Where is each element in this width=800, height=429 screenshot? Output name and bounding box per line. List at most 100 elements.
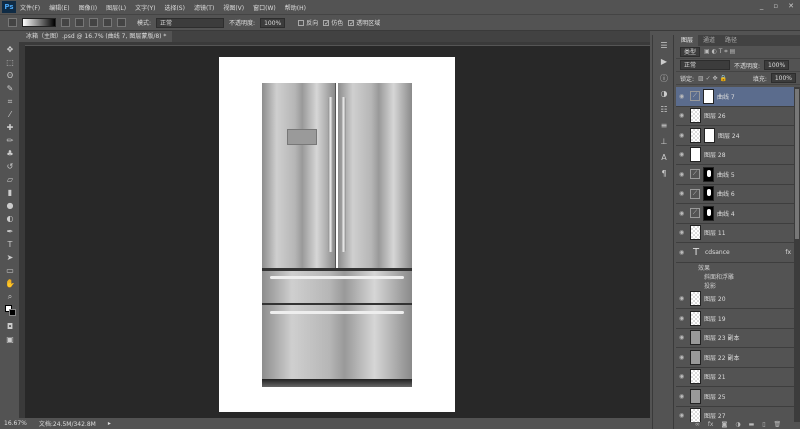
scrollbar-thumb[interactable] [795, 89, 799, 239]
add-mask-icon[interactable]: ◙ [721, 421, 727, 429]
visibility-eye-icon[interactable]: ◉ [679, 295, 687, 302]
visibility-eye-icon[interactable]: ◉ [679, 112, 687, 119]
layer-row[interactable]: ◉ 图层 26 [676, 107, 794, 126]
visibility-eye-icon[interactable]: ◉ [679, 93, 687, 100]
quick-select-tool-icon[interactable]: ✎ [5, 84, 15, 94]
layer-row[interactable]: ◉ 图层 28 [676, 146, 794, 165]
history-panel-icon[interactable]: ☰ [658, 41, 670, 51]
menu-layer[interactable]: 图层(L) [106, 3, 126, 12]
fx-icon[interactable]: fx [708, 421, 714, 429]
opacity-input[interactable]: 100% [260, 17, 286, 28]
color-swatches[interactable] [5, 305, 16, 319]
actions-panel-icon[interactable]: ▶ [658, 57, 670, 67]
info-panel-icon[interactable]: ⓘ [658, 73, 670, 83]
visibility-eye-icon[interactable]: ◉ [679, 132, 687, 139]
visibility-eye-icon[interactable]: ◉ [679, 249, 687, 256]
move-tool-icon[interactable]: ✥ [5, 45, 15, 55]
layer-row[interactable]: ◉ 图层 11 [676, 224, 794, 243]
layer-filter-select[interactable]: 类型 [680, 47, 701, 57]
menu-file[interactable]: 文件(F) [20, 3, 40, 12]
adjustments-panel-icon[interactable]: ◑ [658, 89, 670, 99]
quick-mask-icon[interactable]: ◘ [5, 322, 15, 332]
canvas-area[interactable] [20, 42, 650, 418]
visibility-eye-icon[interactable]: ◉ [679, 412, 687, 419]
layer-row[interactable]: ◉ ⟋ 曲线 5 [676, 165, 794, 185]
restore-icon[interactable]: ▫ [773, 2, 778, 10]
stamp-tool-icon[interactable]: ♣ [5, 149, 15, 159]
layers-scrollbar[interactable] [794, 87, 800, 422]
tab-layers[interactable]: 图层 [676, 35, 699, 46]
dodge-tool-icon[interactable]: ◐ [5, 214, 15, 224]
visibility-eye-icon[interactable]: ◉ [679, 210, 687, 217]
visibility-eye-icon[interactable]: ◉ [679, 354, 687, 361]
layer-row[interactable]: ◉ ⟋ 曲线 6 [676, 185, 794, 204]
blur-tool-icon[interactable]: ● [5, 201, 15, 211]
layer-row[interactable]: ◉ 图层 24 [676, 126, 794, 146]
radial-gradient-button[interactable] [75, 18, 84, 27]
clone-source-icon[interactable]: ⊥ [658, 137, 670, 147]
healing-tool-icon[interactable]: ✚ [5, 123, 15, 133]
character-panel-icon[interactable]: A [658, 153, 670, 163]
visibility-eye-icon[interactable]: ◉ [679, 315, 687, 322]
tab-channels[interactable]: 通道 [698, 35, 720, 46]
reflected-gradient-button[interactable] [103, 18, 112, 27]
paragraph-panel-icon[interactable]: ¶ [658, 169, 670, 179]
eyedropper-tool-icon[interactable]: ⁄ [5, 110, 15, 120]
lasso-tool-icon[interactable]: ʘ [5, 71, 15, 81]
new-group-icon[interactable]: ▬ [749, 421, 755, 429]
layer-opacity-input[interactable]: 100% [764, 60, 790, 70]
path-select-tool-icon[interactable]: ➤ [5, 253, 15, 263]
dither-checkbox[interactable]: ✓ 仿色 [323, 18, 343, 27]
reverse-checkbox[interactable]: 反向 [298, 18, 318, 27]
new-layer-icon[interactable]: ▯ [762, 421, 765, 429]
layer-row[interactable]: ◉ 图层 25 [676, 387, 794, 407]
layer-row[interactable]: ◉ 图层 22 副本 [676, 348, 794, 368]
minimize-icon[interactable]: _ [760, 2, 764, 10]
visibility-eye-icon[interactable]: ◉ [679, 151, 687, 158]
visibility-eye-icon[interactable]: ◉ [679, 334, 687, 341]
properties-panel-icon[interactable]: ☷ [658, 105, 670, 115]
angle-gradient-button[interactable] [89, 18, 98, 27]
close-icon[interactable]: ✕ [788, 2, 794, 10]
zoom-level[interactable]: 16.67% [4, 420, 27, 427]
tab-paths[interactable]: 路径 [720, 35, 742, 46]
menu-view[interactable]: 视图(V) [223, 3, 244, 12]
hand-tool-icon[interactable]: ✋ [5, 279, 15, 289]
fx-badge-icon[interactable]: fx [785, 249, 791, 256]
fill-input[interactable]: 100% [770, 73, 796, 83]
brush-presets-icon[interactable]: ≡ [658, 121, 670, 131]
layer-row[interactable]: ◉ 图层 23 副本 [676, 329, 794, 348]
gradient-picker[interactable] [22, 18, 56, 27]
crop-tool-icon[interactable]: ⌗ [5, 97, 15, 107]
document-tab[interactable]: 冰箱（主图）.psd @ 16.7% (曲线 7, 图层蒙版/8) * [20, 31, 173, 42]
effect-item[interactable]: 斜面和浮雕 [676, 272, 794, 281]
brush-tool-icon[interactable]: ✏ [5, 136, 15, 146]
visibility-eye-icon[interactable]: ◉ [679, 373, 687, 380]
history-brush-icon[interactable]: ↺ [5, 162, 15, 172]
menu-image[interactable]: 图像(I) [79, 3, 97, 12]
visibility-eye-icon[interactable]: ◉ [679, 229, 687, 236]
diamond-gradient-button[interactable] [117, 18, 126, 27]
zoom-tool-icon[interactable]: ⌕ [5, 292, 15, 302]
type-tool-icon[interactable]: T [5, 240, 15, 250]
linear-gradient-button[interactable] [61, 18, 70, 27]
layer-row[interactable]: ◉ Tcdsance fx [676, 243, 794, 263]
layer-row[interactable]: ◉ ⟋ 曲线 7 [676, 87, 794, 107]
visibility-eye-icon[interactable]: ◉ [679, 171, 687, 178]
transparency-checkbox[interactable]: ✓ 透明区域 [348, 18, 380, 27]
effects-label[interactable]: 效果 [676, 263, 794, 272]
mode-select[interactable]: 正常 [156, 17, 225, 28]
lock-icons[interactable]: ▨ ✓ ✥ 🔒 [698, 75, 727, 82]
menu-type[interactable]: 文字(Y) [135, 3, 155, 12]
delete-layer-icon[interactable]: 🗑 [774, 421, 782, 429]
gradient-tool-icon[interactable] [8, 18, 17, 27]
menu-filter[interactable]: 滤镜(T) [194, 3, 214, 12]
adjustment-layer-icon[interactable]: ◑ [735, 421, 740, 429]
screen-mode-icon[interactable]: ▣ [5, 335, 15, 345]
menu-edit[interactable]: 编辑(E) [49, 3, 69, 12]
eraser-tool-icon[interactable]: ▱ [5, 175, 15, 185]
gradient-tool-icon[interactable]: ▮ [5, 188, 15, 198]
shape-tool-icon[interactable]: ▭ [5, 266, 15, 276]
marquee-tool-icon[interactable]: ⬚ [5, 58, 15, 68]
menu-select[interactable]: 选择(S) [164, 3, 185, 12]
